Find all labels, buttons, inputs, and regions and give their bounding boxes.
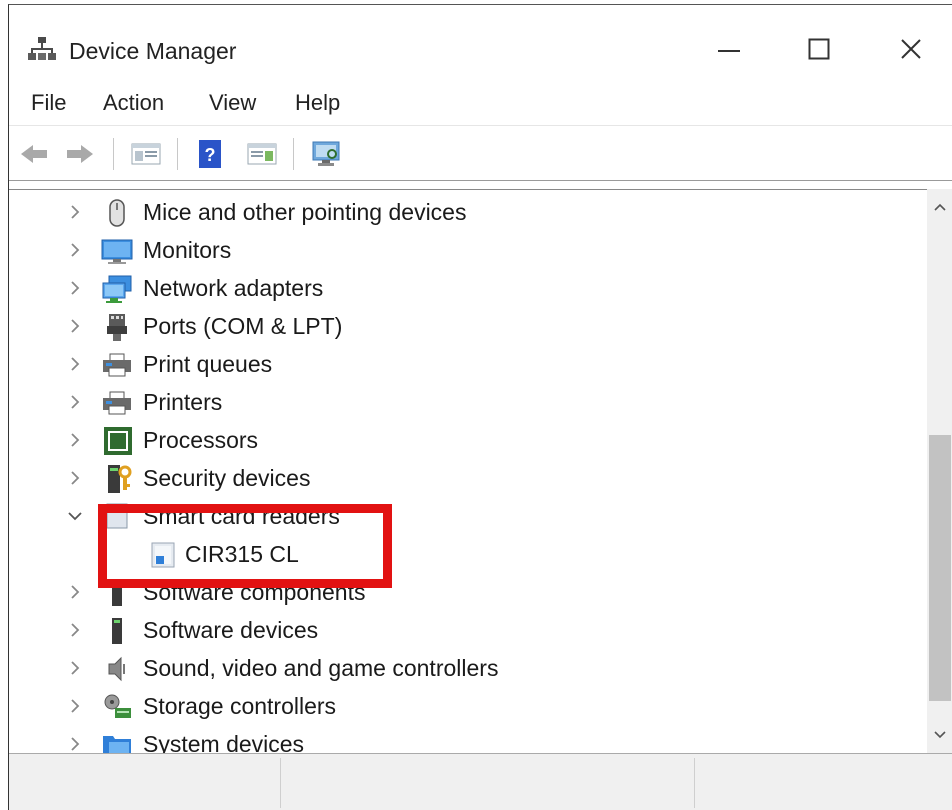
tree-item-label: Monitors [143,237,232,263]
speaker-icon [108,656,125,682]
toolbar-separator [293,138,294,170]
software-device-icon [112,618,122,644]
title-bar[interactable]: Device Manager [9,13,952,83]
tree-item-label: Processors [143,427,259,453]
tree-item-label: Printers [143,389,223,415]
tree-item-storage-controllers[interactable]: Storage controllers [9,688,927,726]
scroll-up-button[interactable] [927,195,952,219]
status-bar [9,753,952,810]
tree-item-sound-video-game-controllers[interactable]: Sound, video and game controllers [9,650,927,688]
system-folder-icon [103,736,131,753]
menu-action[interactable]: Action [99,88,168,118]
chevron-right-icon[interactable] [67,430,83,450]
processor-icon [104,427,132,455]
highlight-box [98,504,392,588]
menu-help[interactable]: Help [291,88,344,118]
chevron-right-icon[interactable] [67,696,83,716]
toolbar-separator [113,138,114,170]
security-device-icon [108,465,132,493]
chevron-right-icon[interactable] [67,734,83,753]
tree-item-ports[interactable]: Ports (COM & LPT) [9,308,927,346]
close-icon [901,39,921,59]
tree-item-label: Mice and other pointing devices [143,199,467,225]
tree-item-label: Sound, video and game controllers [143,655,499,681]
action-pane-button[interactable] [245,138,279,170]
printer-icon [103,391,131,415]
chevron-right-icon[interactable] [67,392,83,412]
chevron-right-icon[interactable] [67,316,83,336]
tree-item-monitors[interactable]: Monitors [9,232,927,270]
tree-item-processors[interactable]: Processors [9,422,927,460]
minimize-icon [718,50,740,52]
close-button[interactable] [881,29,941,69]
menu-view[interactable]: View [205,88,260,118]
printer-icon [103,353,131,377]
tree-item-print-queues[interactable]: Print queues [9,346,927,384]
chevron-right-icon[interactable] [67,468,83,488]
network-adapter-icon [102,275,132,303]
maximize-icon [808,38,830,60]
status-pane [281,758,695,808]
tree-item-label: System devices [143,731,305,753]
tree-item-label: Ports (COM & LPT) [143,313,343,339]
chevron-up-icon [934,203,946,211]
chevron-down-icon [934,731,946,739]
scrollbar-thumb[interactable] [929,435,951,701]
tree-item-label: Security devices [143,465,311,491]
mouse-icon [109,199,125,227]
help-button[interactable]: ? [193,138,227,170]
chevron-right-icon[interactable] [67,582,83,602]
back-arrow-icon [21,145,47,163]
tree-item-mice[interactable]: Mice and other pointing devices [9,194,927,232]
chevron-right-icon[interactable] [67,202,83,222]
minimize-button[interactable] [699,29,759,69]
scroll-down-button[interactable] [927,723,952,747]
chevron-right-icon[interactable] [67,658,83,678]
tree-item-label: Storage controllers [143,693,337,719]
scan-hardware-icon [312,141,340,166]
storage-controller-icon [104,694,131,718]
svg-text:?: ? [205,145,216,165]
tree-item-label: Network adapters [143,275,324,301]
tree-item-software-devices[interactable]: Software devices [9,612,927,650]
vertical-scrollbar[interactable] [927,189,952,753]
back-button[interactable] [17,138,51,170]
device-manager-app-icon [27,35,57,61]
tree-item-printers[interactable]: Printers [9,384,927,422]
forward-button[interactable] [63,138,97,170]
tree-item-label: Software devices [143,617,319,643]
chevron-right-icon[interactable] [67,620,83,640]
scan-hardware-button[interactable] [309,138,343,170]
forward-arrow-icon [67,145,93,163]
tree-item-label: Print queues [143,351,273,377]
action-pane-icon [247,143,277,165]
chevron-right-icon[interactable] [67,354,83,374]
maximize-button[interactable] [789,29,849,69]
toolbar: ? [9,125,952,181]
help-icon: ? [199,140,221,168]
menu-file[interactable]: File [27,88,70,118]
device-manager-window: Device Manager File Action View Help ? M… [8,4,952,810]
monitor-icon [101,239,133,264]
device-tree[interactable]: Mice and other pointing devices Monitors… [9,189,927,753]
status-pane [9,758,281,808]
tree-item-security-devices[interactable]: Security devices [9,460,927,498]
toolbar-separator [177,138,178,170]
window-title: Device Manager [69,38,237,64]
chevron-right-icon[interactable] [67,240,83,260]
tree-item-system-devices[interactable]: System devices [9,726,927,753]
tree-item-network-adapters[interactable]: Network adapters [9,270,927,308]
show-hide-console-tree-icon [131,143,161,165]
menu-bar: File Action View Help [9,83,952,123]
port-icon [107,314,127,341]
chevron-down-icon[interactable] [67,506,83,526]
show-hide-console-tree-button[interactable] [129,138,163,170]
chevron-right-icon[interactable] [67,278,83,298]
